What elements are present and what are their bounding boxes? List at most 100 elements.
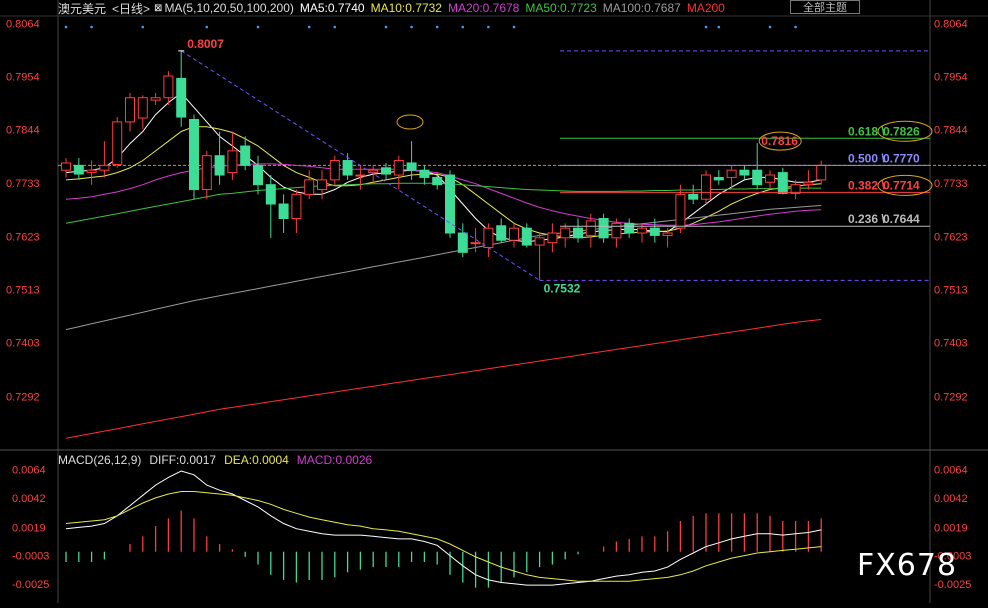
macd-value-label: MACD:0.0026 (296, 453, 373, 467)
candle-body (432, 176, 443, 186)
event-dot-marker (384, 25, 388, 29)
event-dot-marker (307, 25, 311, 29)
macd-dea-line (65, 491, 822, 582)
candle-body (342, 160, 353, 176)
chart-stage: 0.618 \ 0.7826 0.500 \ 0.7770 0.382 \ 0.7714 0… (0, 0, 988, 603)
candle-body (765, 174, 775, 183)
candle-body (176, 77, 187, 118)
ma100-label: MA100:0.7687 (602, 1, 681, 15)
y-tick-label-left: 0.7954 (6, 71, 40, 83)
candle-body (61, 162, 71, 171)
candle-body (688, 193, 699, 200)
candle-body (99, 164, 110, 171)
candle-body (777, 172, 788, 194)
candle-body (573, 227, 583, 239)
y-tick-label-left: 0.7292 (6, 391, 40, 403)
candle-body (189, 118, 199, 191)
ma50-label: MA50:0.7723 (525, 1, 597, 15)
macd-y-tick-label-right: 0.0019 (934, 522, 968, 534)
candle-body (150, 97, 161, 101)
fib-level-value: 0.7644 (883, 212, 920, 226)
recent-high-label: 0.7816 (761, 134, 798, 148)
macd-y-tick-label-left: 0.0042 (12, 493, 46, 505)
fib-level-ratio: 0.236 \ (848, 212, 885, 226)
y-tick-label-left: 0.7513 (6, 285, 40, 297)
candle-body (393, 160, 404, 176)
candle-body (624, 222, 635, 234)
macd-dea-label: DEA:0.0004 (224, 453, 289, 467)
candle-body (201, 155, 212, 191)
event-dot-marker (64, 25, 68, 29)
theme-button[interactable]: 全部主题 (790, 0, 860, 14)
ma100-line (65, 205, 822, 331)
candle-body (598, 218, 609, 239)
y-tick-label-right: 0.7513 (934, 285, 968, 297)
event-dot-marker (435, 25, 439, 29)
event-dot-marker (256, 25, 260, 29)
event-dot-marker (90, 25, 93, 29)
candle-body (329, 160, 340, 181)
candle-body (253, 164, 263, 186)
candle-body (457, 232, 468, 253)
candle-body (214, 155, 225, 176)
low-price-label: 0.7532 (544, 281, 581, 295)
candle-body (278, 203, 289, 220)
candle-body (752, 169, 763, 186)
period-label[interactable]: <日线> (112, 0, 150, 17)
candle-body (163, 75, 174, 99)
event-dot-marker (717, 25, 721, 29)
macd-layer (65, 470, 822, 588)
ma200-label: MA200 (686, 1, 725, 15)
candle-body (483, 227, 494, 248)
event-dot-marker (205, 25, 209, 29)
y-tick-label-right: 0.7623 (934, 231, 968, 243)
fib-level-ratio: 0.618 \ (848, 124, 885, 138)
candle-body (496, 225, 507, 241)
event-dot-marker (704, 25, 708, 29)
fib-level-ratio: 0.382 \ (848, 178, 885, 192)
y-tick-label-right: 0.7733 (934, 178, 968, 190)
event-dot-marker (794, 25, 797, 29)
y-tick-label-right: 0.8064 (934, 18, 968, 30)
event-dot-marker (768, 25, 772, 29)
macd-y-tick-label-left: -0.0025 (12, 579, 49, 591)
y-tick-label-right: 0.7844 (934, 125, 968, 137)
ma-settings-icon[interactable]: ⊠ (154, 3, 162, 14)
y-tick-label-right: 0.7292 (934, 391, 968, 403)
event-dot-marker (461, 25, 465, 29)
y-tick-label-right: 0.7403 (934, 338, 968, 350)
candle-body (534, 237, 545, 246)
candle-body (509, 227, 519, 241)
symbol-label[interactable]: 澳元美元 (58, 0, 106, 17)
candle-body (585, 220, 596, 236)
event-dot-marker (487, 25, 490, 29)
candle-body (86, 169, 97, 174)
candle-body (470, 242, 481, 245)
candle-body (406, 162, 417, 171)
macd-params-label[interactable]: MACD(26,12,9) (58, 453, 141, 467)
fib-level-value: 0.7714 (883, 178, 920, 192)
ma-params-label: MA(5,10,20,50,100,200) (164, 1, 294, 15)
candle-body (240, 145, 251, 166)
candle-body (355, 174, 366, 177)
candle-body (675, 193, 686, 229)
fib-level-value: 0.7770 (883, 151, 920, 165)
candle-body (547, 232, 558, 244)
macd-y-tick-label-left: 0.0019 (12, 522, 46, 534)
highlight-ellipse (396, 114, 424, 130)
event-dot-marker (410, 25, 413, 29)
candle-body (137, 97, 148, 119)
candle-body (560, 227, 571, 239)
candle-body (816, 164, 827, 181)
candle-body (713, 176, 724, 181)
candle-body (227, 150, 238, 174)
fib-level-value: 0.7826 (883, 124, 920, 138)
y-tick-label-right: 0.7954 (934, 71, 968, 83)
candle-body (317, 179, 327, 191)
axis-layer: 0.8064 0.8064 0.7954 0.7954 0.7844 0.7844 0.77… (6, 18, 971, 590)
y-tick-label-left: 0.7403 (6, 338, 40, 350)
moving-average-layer (65, 92, 822, 439)
candle-body (381, 167, 391, 175)
chart-svg: 0.618 \0.78260.500 \0.77700.382 \0.77140… (0, 0, 988, 603)
candle-body (291, 193, 302, 220)
